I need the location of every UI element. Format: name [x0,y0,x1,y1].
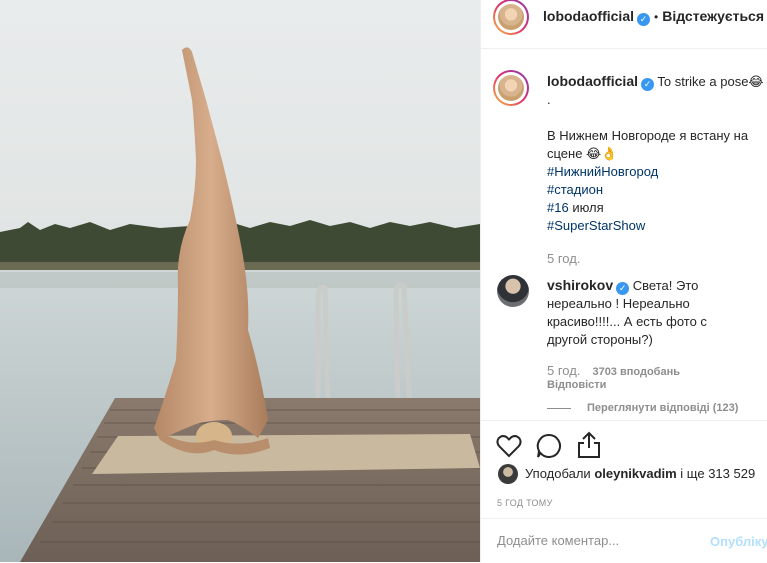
likes-summary[interactable]: Уподобали oleynikvadim і ще 313 529 [525,466,755,481]
following-button[interactable]: Відстежується [662,8,764,24]
post-time-ago[interactable]: 5 ГОД ТОМУ [497,498,553,508]
separator-dot: • [654,10,659,24]
action-bar [481,420,767,471]
comment-meta: 5 год. 3703 вподобань [547,363,680,378]
share-icon[interactable] [576,431,602,459]
post-photo[interactable] [0,0,480,562]
author-avatar[interactable] [493,0,529,35]
comment-icon[interactable] [536,433,562,459]
heart-icon[interactable] [496,434,522,458]
liker-avatar[interactable] [498,464,518,484]
hashtag-link[interactable]: #16 [547,200,569,215]
verified-badge-icon: ✓ [641,78,654,91]
caption-date-text: июля [568,200,604,215]
publish-button[interactable]: Опублікувати [710,534,767,549]
author-username[interactable]: lobodaofficial [543,8,634,24]
commenter-avatar[interactable] [497,275,529,307]
comment-likes[interactable]: 3703 вподобань [592,366,680,378]
caption-username[interactable]: lobodaofficial [547,73,638,89]
post-header: lobodaofficial ✓ • Відстежується [481,0,767,49]
divider-line [547,407,571,409]
yoga-headstand-photo [0,0,480,562]
comment-input[interactable] [497,533,697,548]
post-side-panel: lobodaofficial ✓ • Відстежується lobodaoffi… [480,0,767,562]
caption-body: В Нижнем Новгороде я встану на сцене 😂👌 [547,128,749,161]
hashtag-link[interactable]: #SuperStarShow [547,218,645,233]
liker-username[interactable]: oleynikvadim [594,466,676,481]
commenter-username[interactable]: vshirokov [547,277,613,293]
likes-count: і ще 313 529 [676,466,756,481]
caption-author-avatar[interactable] [493,70,529,106]
view-replies-label: Переглянути відповіді (123) [587,402,739,414]
caption-text-line1: To strike a pose😂 [657,74,764,89]
caption-time[interactable]: 5 год. [547,251,580,266]
post-caption: lobodaofficial ✓ To strike a pose😂 . В Ни… [547,72,765,235]
view-replies-button[interactable]: Переглянути відповіді (123) [547,402,738,414]
reply-button[interactable]: Відповісти [547,379,606,391]
caption-text-line2: . [547,92,551,107]
hashtag-link[interactable]: #НижнийНовгород [547,164,658,179]
verified-badge-icon: ✓ [637,13,650,26]
verified-badge-icon: ✓ [616,282,630,295]
comment-time[interactable]: 5 год. [547,363,580,378]
likes-prefix: Уподобали [525,466,595,481]
comment: vshirokov ✓ Света! Это нереально ! Нереал… [547,276,737,349]
hashtag-link[interactable]: #стадион [547,182,603,197]
add-comment-bar: Опублікувати [481,518,767,563]
